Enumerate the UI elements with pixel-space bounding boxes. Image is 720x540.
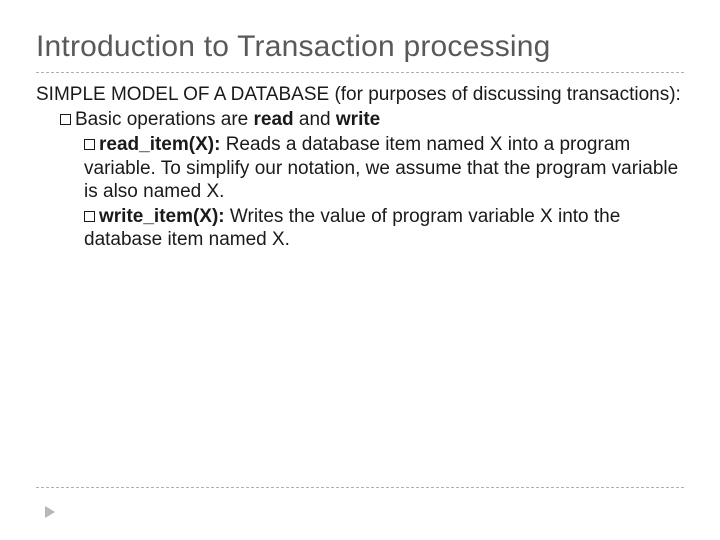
square-bullet-icon (84, 211, 95, 222)
basic-ops-read: read (254, 109, 294, 130)
bullet-read-item: read_item(X): Reads a database item name… (36, 133, 684, 203)
square-bullet-icon (84, 139, 95, 150)
arrow-right-icon (45, 506, 55, 518)
square-bullet-icon (60, 114, 71, 125)
write-item-label: write_item(X): (99, 206, 225, 227)
basic-ops-and: and (294, 109, 336, 130)
basic-ops-write: write (336, 109, 380, 130)
bullet-basic-ops: Basic operations are read and write (36, 108, 684, 131)
basic-ops-pre: Basic operations are (75, 109, 254, 130)
title-divider (36, 72, 684, 73)
read-item-label: read_item(X): (99, 134, 220, 155)
intro-paragraph: SIMPLE MODEL OF A DATABASE (for purposes… (36, 83, 684, 106)
slide-body: SIMPLE MODEL OF A DATABASE (for purposes… (36, 83, 684, 251)
footer-divider (36, 487, 684, 488)
slide: Introduction to Transaction processing S… (0, 0, 720, 540)
slide-title: Introduction to Transaction processing (36, 30, 684, 64)
bullet-write-item: write_item(X): Writes the value of progr… (36, 205, 684, 251)
intro-text: SIMPLE MODEL OF A DATABASE (for purposes… (60, 83, 684, 106)
